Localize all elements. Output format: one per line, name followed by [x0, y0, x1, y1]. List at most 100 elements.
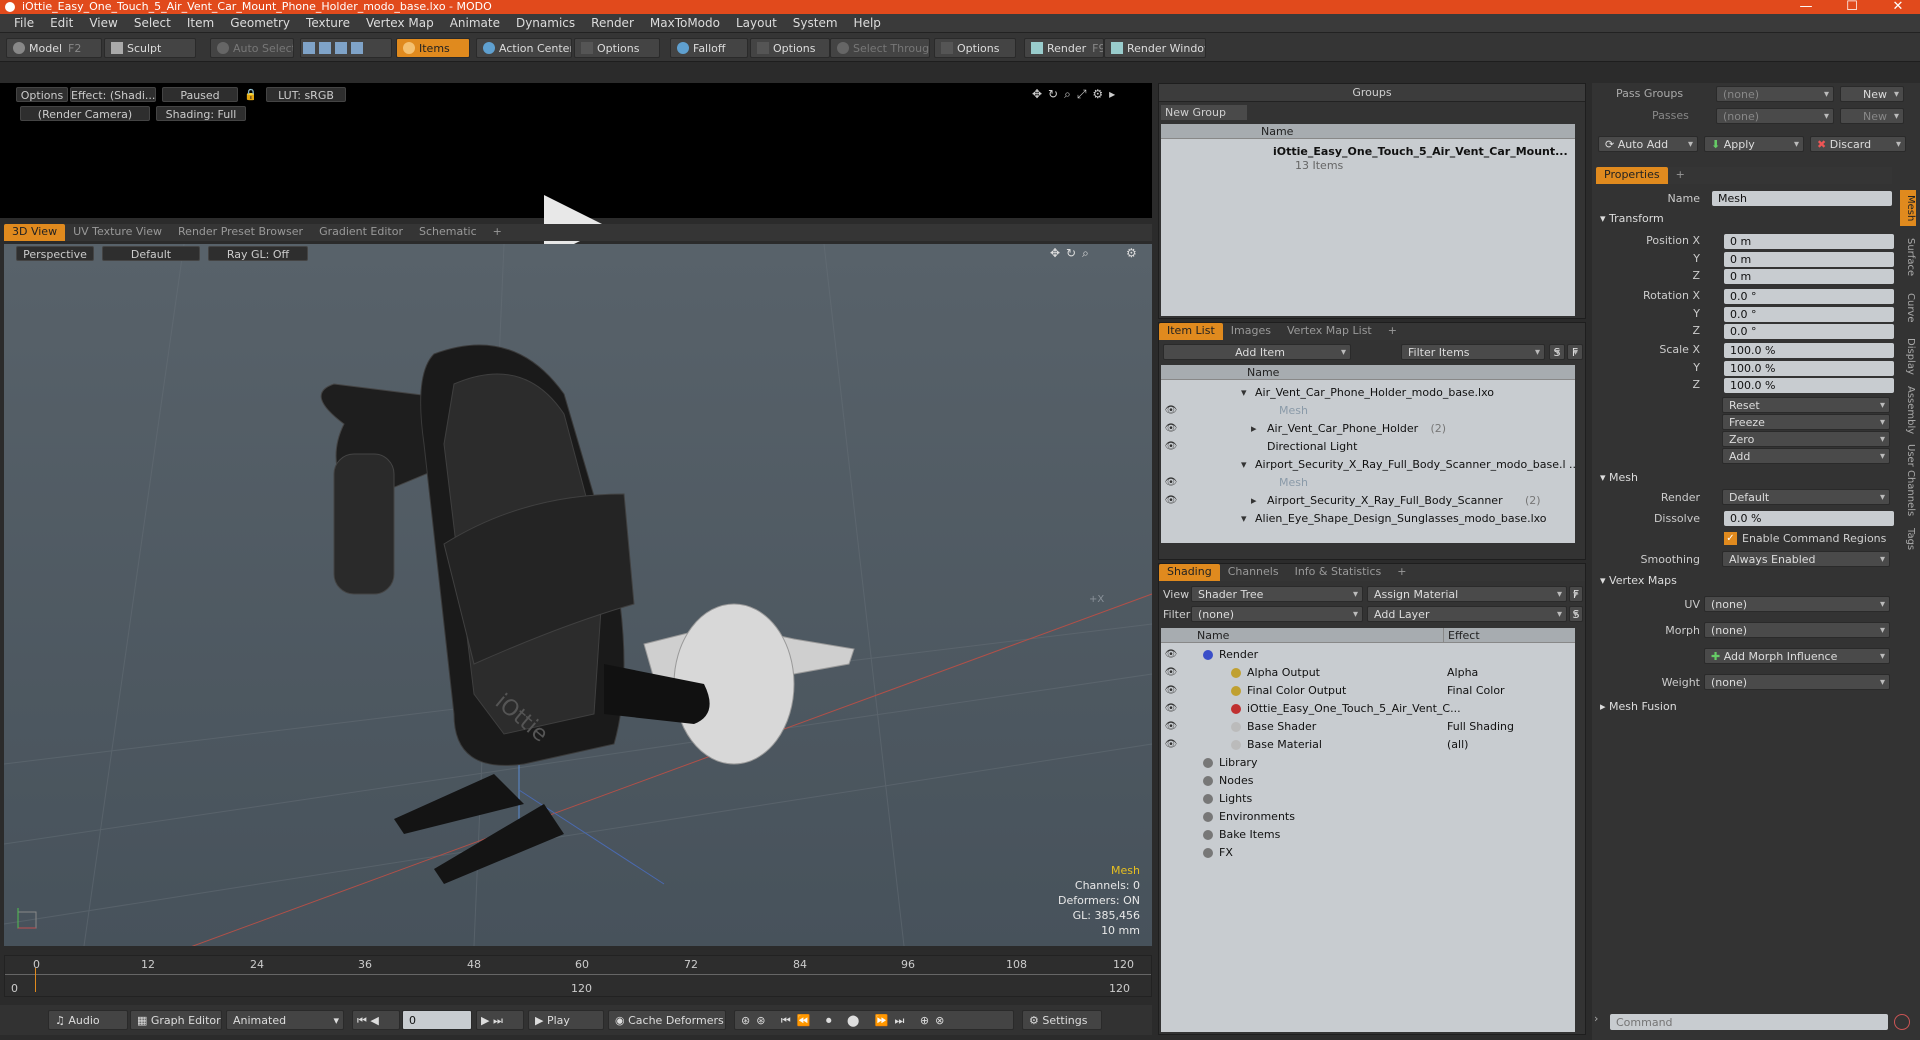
transport-next-icons[interactable]: ▶ ⏭	[476, 1010, 524, 1030]
visibility-eye-icon[interactable]: 👁	[1161, 700, 1181, 718]
paused-toggle[interactable]: Paused	[162, 87, 238, 102]
record-macro-icon[interactable]	[1894, 1014, 1910, 1030]
item-list-row[interactable]: 👁 ▸ Air_Vent_Car_Phone_Holder (2)	[1161, 420, 1575, 438]
command-input[interactable]	[1610, 1014, 1888, 1030]
smoothing-dropdown[interactable]: Always Enabled	[1722, 551, 1890, 568]
falloff-options-button[interactable]: Options	[750, 38, 830, 58]
expand-arrow-icon[interactable]: ▸	[1251, 420, 1257, 438]
passes-dropdown[interactable]: (none)	[1716, 108, 1834, 125]
action-center-options-button[interactable]: Options	[574, 38, 660, 58]
item-list-row[interactable]: ▾ Airport_Security_X_Ray_Full_Body_Scanne…	[1161, 456, 1575, 474]
menu-system[interactable]: System	[785, 14, 846, 32]
new-group-button[interactable]: New Group	[1161, 105, 1247, 120]
lut-dropdown[interactable]: LUT: sRGB	[266, 87, 346, 102]
lock-icon[interactable]: 🔒	[244, 87, 254, 102]
enable-command-regions-checkbox[interactable]: ✓	[1724, 532, 1737, 545]
expand-arrow-icon[interactable]: ▾	[1241, 456, 1247, 474]
shader-tree-row[interactable]: FX	[1161, 844, 1575, 862]
view-dropdown[interactable]: Shader Tree	[1191, 586, 1363, 603]
shader-tree-row[interactable]: Bake Items	[1161, 826, 1575, 844]
viewport-nav-icons[interactable]: ✥↻⌕	[1050, 246, 1095, 261]
transform-section[interactable]: ▾ Transform	[1600, 212, 1664, 225]
visibility-eye-icon[interactable]: 👁	[1161, 420, 1181, 438]
filter-f-button[interactable]: F	[1567, 344, 1583, 361]
sidetab-tags[interactable]: Tags	[1900, 524, 1916, 554]
viewport-settings-icon[interactable]: ⚙	[1126, 246, 1137, 260]
visibility-eye-icon[interactable]: 👁	[1161, 664, 1181, 682]
mesh-section[interactable]: ▾ Mesh	[1600, 471, 1638, 484]
menu-geometry[interactable]: Geometry	[222, 14, 298, 32]
shader-tree-row[interactable]: 👁 iOttie_Easy_One_Touch_5_Air_Vent_C...	[1161, 700, 1575, 718]
position-z-field[interactable]: 0 m	[1724, 269, 1894, 284]
menu-vertex-map[interactable]: Vertex Map	[358, 14, 442, 32]
add-tab-button[interactable]: +	[1668, 167, 1693, 184]
playhead[interactable]	[35, 968, 36, 992]
new-pass-group-button[interactable]: New	[1840, 86, 1904, 103]
timeline[interactable]: 0 12 24 36 48 60 72 84 96 108 120 0 120 …	[4, 955, 1152, 997]
item-list-row[interactable]: 👁 Mesh	[1161, 402, 1575, 420]
shader-effect-value[interactable]: Full Shading	[1447, 718, 1571, 736]
material-mode-icon[interactable]	[351, 42, 363, 54]
shader-effect-value[interactable]: (all)	[1447, 736, 1571, 754]
items-mode-button[interactable]: Items	[396, 38, 470, 58]
select-through-button[interactable]: Select Through	[830, 38, 930, 58]
tab-vertex-map-list[interactable]: Vertex Map List	[1279, 323, 1380, 340]
menu-dynamics[interactable]: Dynamics	[508, 14, 583, 32]
item-list-row[interactable]: ▾ Air_Vent_Car_Phone_Holder_modo_base.lxo	[1161, 384, 1575, 402]
scale-y-field[interactable]: 100.0 %	[1724, 361, 1894, 376]
sidetab-surface[interactable]: Surface	[1900, 232, 1916, 282]
groups-list[interactable]: Name iOttie_Easy_One_Touch_5_Air_Vent_Ca…	[1161, 124, 1575, 316]
shader-tree[interactable]: Name Effect 👁 Render 👁 Alpha Output Alpha 👁 Fi…	[1161, 628, 1575, 1032]
shader-effect-value[interactable]: Final Color	[1447, 682, 1571, 700]
position-x-field[interactable]: 0 m	[1724, 234, 1894, 249]
visibility-eye-icon[interactable]	[1161, 456, 1181, 474]
shader-tree-row[interactable]: Nodes	[1161, 772, 1575, 790]
selection-mode-icons[interactable]	[300, 38, 392, 58]
shader-tree-row[interactable]: 👁 Render	[1161, 646, 1575, 664]
preview-nav-icons[interactable]: ✥↻⌕⤢⚙▸	[1032, 87, 1121, 102]
visibility-eye-icon[interactable]: 👁	[1161, 718, 1181, 736]
menu-select[interactable]: Select	[126, 14, 179, 32]
sidetab-curve[interactable]: Curve	[1900, 288, 1916, 328]
close-button[interactable]: ✕	[1878, 0, 1918, 14]
new-pass-button[interactable]: New	[1840, 108, 1904, 125]
visibility-eye-icon[interactable]: 👁	[1161, 736, 1181, 754]
menu-layout[interactable]: Layout	[728, 14, 785, 32]
add-item-dropdown[interactable]: Add Item	[1163, 344, 1351, 361]
ray-gl-toggle[interactable]: Ray GL: Off	[208, 246, 308, 261]
animated-dropdown[interactable]: Animated ▾	[226, 1010, 344, 1030]
mesh-fusion-section[interactable]: ▸ Mesh Fusion	[1600, 700, 1677, 713]
select-through-options-button[interactable]: Options	[934, 38, 1016, 58]
discard-button[interactable]: ✖ Discard	[1810, 136, 1906, 153]
settings-button[interactable]: ⚙ Settings	[1022, 1010, 1102, 1030]
expand-arrow-icon[interactable]: ▾	[1241, 384, 1247, 402]
shader-tree-row[interactable]: 👁 Base Material (all)	[1161, 736, 1575, 754]
freeze-dropdown[interactable]: Freeze	[1722, 414, 1890, 431]
add-dropdown[interactable]: Add	[1722, 448, 1890, 465]
f-button[interactable]: F	[1569, 586, 1583, 603]
scale-x-field[interactable]: 100.0 %	[1724, 343, 1894, 358]
uv-dropdown[interactable]: (none)	[1704, 596, 1890, 613]
menu-animate[interactable]: Animate	[442, 14, 508, 32]
shader-tree-row[interactable]: Library	[1161, 754, 1575, 772]
shading-style-dropdown[interactable]: Default	[102, 246, 200, 261]
zero-dropdown[interactable]: Zero	[1722, 431, 1890, 448]
tab-channels[interactable]: Channels	[1220, 564, 1287, 581]
transport-prev-icons[interactable]: ⏮ ◀	[352, 1010, 400, 1030]
apply-button[interactable]: ⬇ Apply	[1704, 136, 1804, 153]
rotation-y-field[interactable]: 0.0 °	[1724, 307, 1894, 322]
dissolve-field[interactable]: 0.0 %	[1724, 511, 1894, 526]
vertex-maps-section[interactable]: ▾ Vertex Maps	[1600, 574, 1677, 587]
render-dropdown[interactable]: Default	[1722, 489, 1890, 506]
menu-view[interactable]: View	[81, 14, 125, 32]
camera-dropdown[interactable]: (Render Camera)	[20, 106, 150, 121]
expand-arrow-icon[interactable]: ▾	[1241, 510, 1247, 528]
add-morph-influence-button[interactable]: ✚ Add Morph Influence	[1704, 648, 1890, 665]
visibility-eye-icon[interactable]	[1161, 510, 1181, 528]
sidetab-assembly[interactable]: Assembly	[1900, 384, 1916, 436]
add-layer-dropdown[interactable]: Add Layer	[1367, 606, 1567, 623]
polygon-mode-icon[interactable]	[335, 42, 347, 54]
graph-editor-button[interactable]: ▦ Graph Editor	[130, 1010, 222, 1030]
tab-uv-texture-view[interactable]: UV Texture View	[65, 224, 170, 241]
frame-input[interactable]: 0	[402, 1010, 472, 1030]
